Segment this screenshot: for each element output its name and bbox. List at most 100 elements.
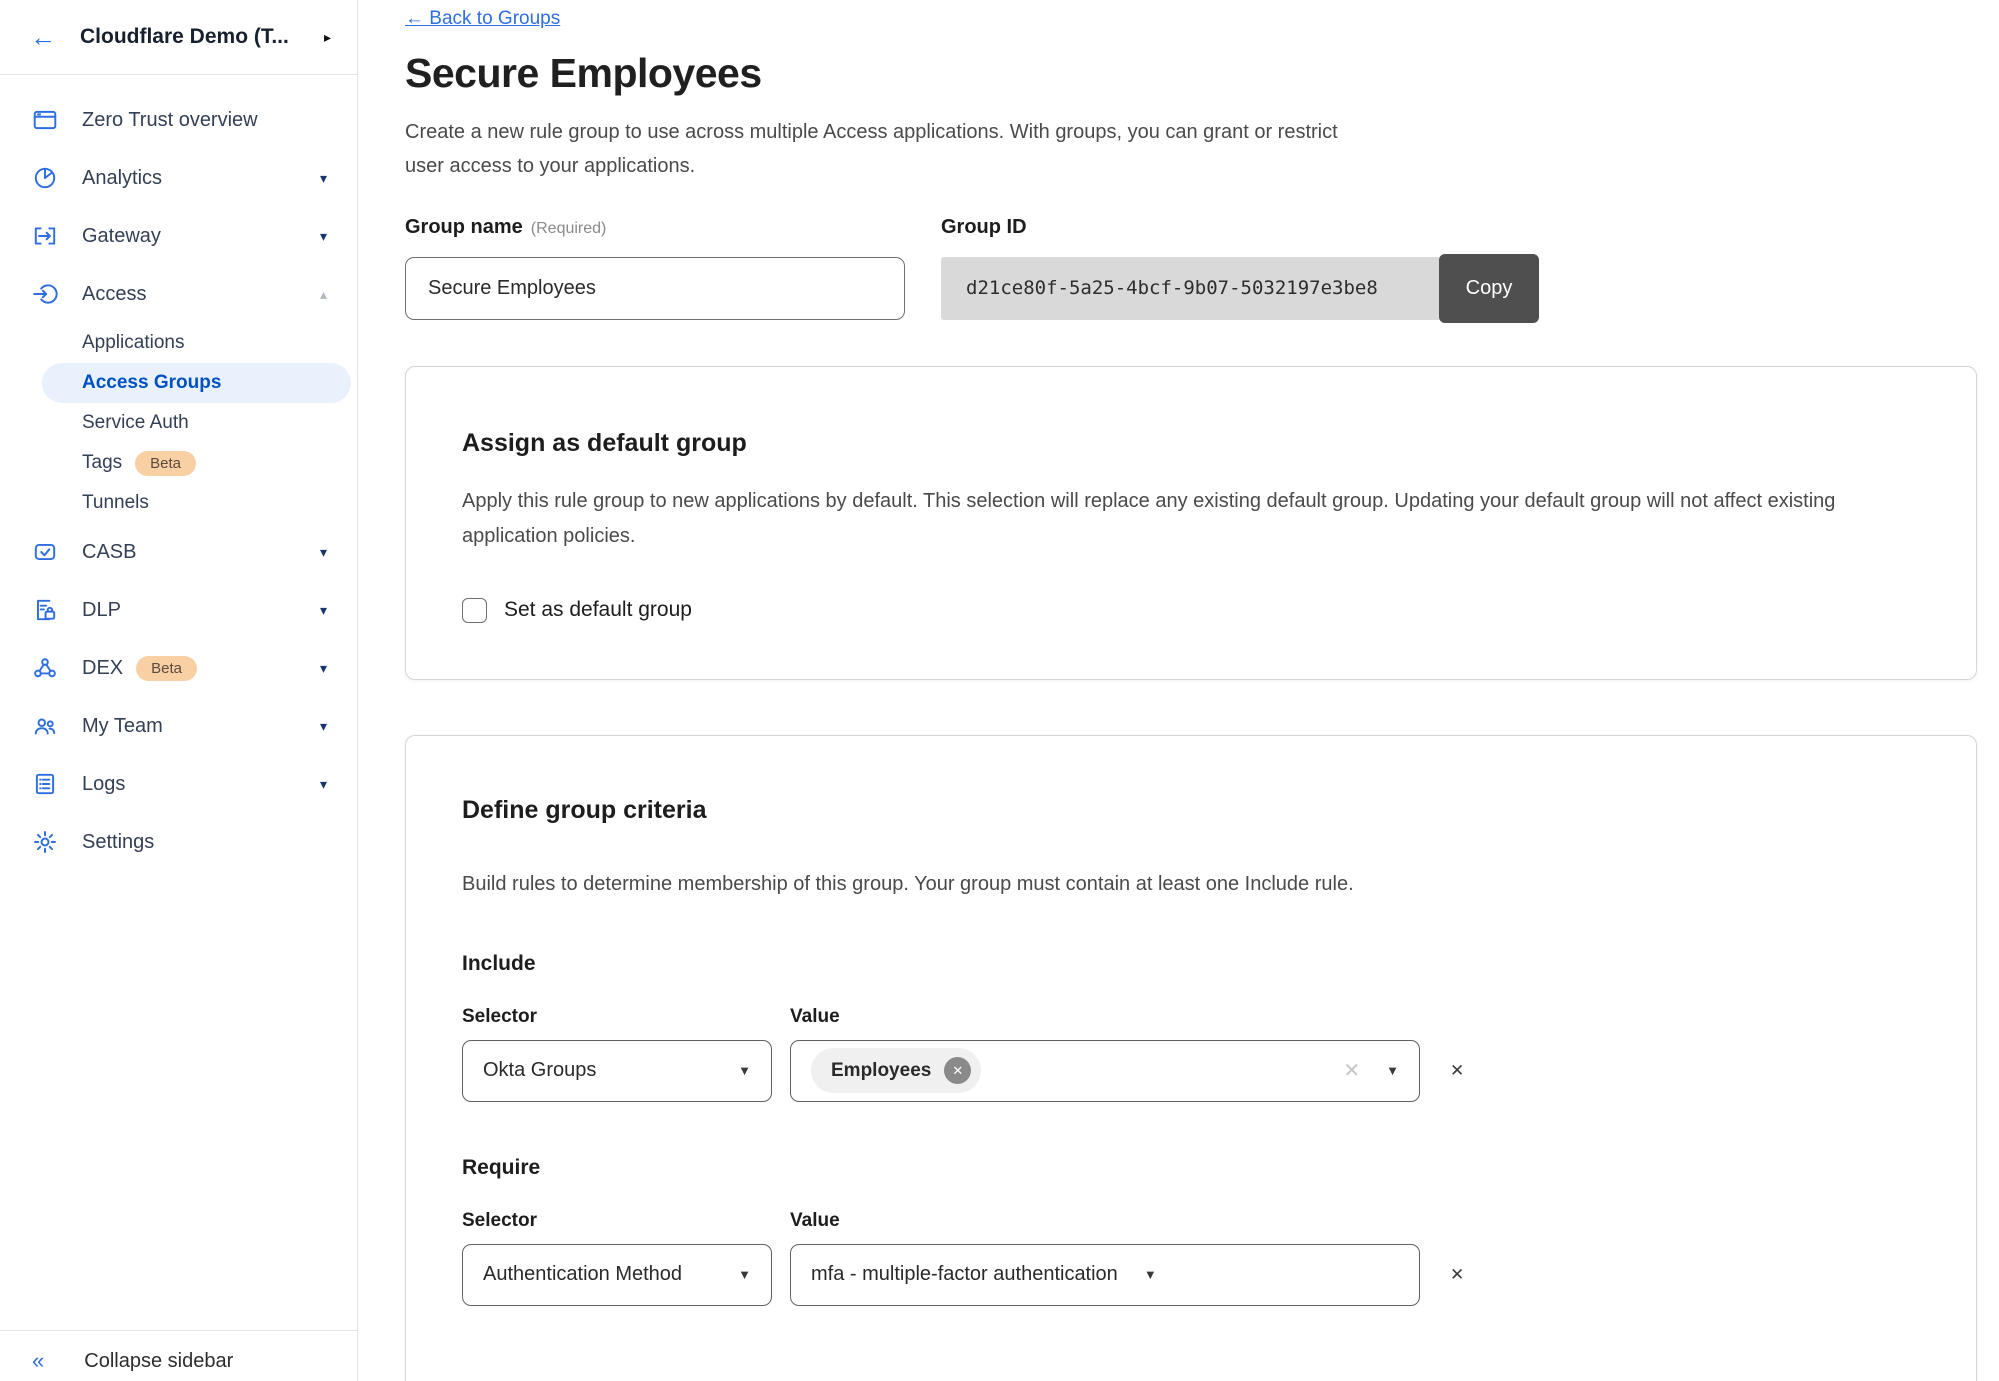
- sidebar-item-dex[interactable]: DEX Beta ▾: [0, 639, 357, 697]
- group-name-input[interactable]: [405, 257, 905, 320]
- sidebar-item-tags[interactable]: Tags Beta: [42, 443, 351, 483]
- sidebar-item-label: Service Auth: [82, 412, 189, 434]
- require-selector-label: Selector: [462, 1210, 790, 1232]
- group-name-field-group: Group name (Required): [405, 216, 905, 320]
- include-selector-value: Okta Groups: [483, 1059, 596, 1082]
- sidebar-item-applications[interactable]: Applications: [42, 323, 351, 363]
- sidebar-item-label: Zero Trust overview: [82, 109, 258, 132]
- sidebar-item-tunnels[interactable]: Tunnels: [42, 483, 351, 523]
- group-name-label-row: Group name (Required): [405, 216, 905, 239]
- require-value-dropdown[interactable]: mfa - multiple-factor authentication ▼: [790, 1244, 1420, 1306]
- dex-network-icon: [30, 655, 60, 681]
- sidebar-item-logs[interactable]: Logs ▾: [0, 755, 357, 813]
- include-rule-row: Okta Groups ▼ Employees ✕ ✕ ▼ ✕: [462, 1040, 1920, 1102]
- set-default-group-checkbox-row[interactable]: Set as default group: [462, 598, 1920, 623]
- sidebar-item-label: Access Groups: [82, 372, 221, 394]
- default-group-description: Apply this rule group to new application…: [462, 484, 1892, 554]
- sidebar-item-label: Applications: [82, 332, 184, 354]
- chevron-down-icon[interactable]: ▾: [320, 228, 327, 245]
- require-selector-dropdown[interactable]: Authentication Method ▼: [462, 1244, 772, 1306]
- chevron-down-icon[interactable]: ▾: [320, 544, 327, 561]
- gear-icon: [30, 829, 60, 855]
- set-default-group-label: Set as default group: [504, 598, 692, 622]
- sidebar-item-label: Gateway: [82, 225, 161, 248]
- criteria-card: Define group criteria Build rules to det…: [405, 735, 1977, 1381]
- logs-list-icon: [30, 771, 60, 797]
- analytics-pie-icon: [30, 165, 60, 191]
- group-id-value: d21ce80f-5a25-4bcf-9b07-5032197e3be8: [941, 257, 1439, 320]
- beta-badge: Beta: [135, 451, 196, 476]
- group-id-label: Group ID: [941, 216, 1539, 239]
- team-people-icon: [30, 713, 60, 739]
- chevron-down-icon: ▼: [1144, 1267, 1157, 1282]
- sidebar-item-label: Logs: [82, 773, 125, 796]
- main-content: ← Back to Groups Secure Employees Create…: [358, 0, 1999, 1381]
- page-intro: Create a new rule group to use across mu…: [405, 115, 1380, 184]
- chevron-down-icon: ▼: [738, 1063, 751, 1078]
- sidebar-item-label: Tunnels: [82, 492, 149, 514]
- sidebar-item-access[interactable]: Access ▴: [0, 265, 357, 323]
- group-identity-row: Group name (Required) Group ID d21ce80f-5…: [405, 216, 1977, 320]
- account-name[interactable]: Cloudflare Demo (T...: [80, 25, 289, 49]
- remove-require-rule-icon[interactable]: ✕: [1450, 1265, 1464, 1285]
- set-default-group-checkbox[interactable]: [462, 598, 487, 623]
- include-value-multiselect[interactable]: Employees ✕ ✕ ▼: [790, 1040, 1420, 1102]
- remove-include-rule-icon[interactable]: ✕: [1450, 1061, 1464, 1081]
- required-hint: (Required): [531, 220, 607, 237]
- sidebar-item-label: My Team: [82, 715, 163, 738]
- sidebar-item-label: Settings: [82, 831, 154, 854]
- sidebar-item-label: Tags: [82, 452, 122, 474]
- include-labels-row: Selector Value: [462, 1006, 1920, 1028]
- chevron-down-icon[interactable]: ▾: [320, 602, 327, 619]
- page-title: Secure Employees: [405, 50, 1977, 97]
- chevron-up-icon[interactable]: ▴: [320, 286, 327, 303]
- employees-chip-label: Employees: [831, 1060, 931, 1082]
- include-heading: Include: [462, 952, 1920, 976]
- chevron-right-icon[interactable]: ▸: [324, 29, 331, 46]
- chevron-down-icon[interactable]: ▾: [320, 170, 327, 187]
- sidebar-item-label: CASB: [82, 541, 136, 564]
- casb-check-icon: [30, 539, 60, 565]
- sidebar-item-dlp[interactable]: DLP ▾: [0, 581, 357, 639]
- require-value-label: Value: [790, 1210, 840, 1232]
- collapse-chevrons-icon: «: [32, 1348, 44, 1374]
- require-value-selected: mfa - multiple-factor authentication: [811, 1263, 1118, 1286]
- sidebar-item-casb[interactable]: CASB ▾: [0, 523, 357, 581]
- sidebar-item-label: DLP: [82, 599, 121, 622]
- sidebar: ← Cloudflare Demo (T... ▸ Zero Trust ove…: [0, 0, 358, 1381]
- collapse-sidebar-button[interactable]: « Collapse sidebar: [0, 1330, 357, 1381]
- overview-window-icon: [30, 107, 60, 133]
- back-arrow-icon[interactable]: ←: [30, 24, 56, 50]
- include-selector-label: Selector: [462, 1006, 790, 1028]
- include-selector-dropdown[interactable]: Okta Groups ▼: [462, 1040, 772, 1102]
- sidebar-nav: Zero Trust overview Analytics ▾ Gateway …: [0, 75, 357, 871]
- sidebar-item-zero-trust-overview[interactable]: Zero Trust overview: [0, 91, 357, 149]
- sidebar-item-access-groups[interactable]: Access Groups: [42, 363, 351, 403]
- require-rule-row: Authentication Method ▼ mfa - multiple-f…: [462, 1244, 1920, 1306]
- default-group-heading: Assign as default group: [462, 429, 1920, 458]
- clear-values-icon[interactable]: ✕: [1343, 1058, 1360, 1083]
- dlp-document-lock-icon: [30, 597, 60, 623]
- beta-badge: Beta: [136, 656, 197, 681]
- collapse-sidebar-label: Collapse sidebar: [84, 1350, 233, 1373]
- chevron-down-icon: ▼: [738, 1267, 751, 1282]
- sidebar-item-gateway[interactable]: Gateway ▾: [0, 207, 357, 265]
- group-id-assembly: d21ce80f-5a25-4bcf-9b07-5032197e3be8 Cop…: [941, 257, 1539, 320]
- sidebar-item-settings[interactable]: Settings: [0, 813, 357, 871]
- sidebar-item-analytics[interactable]: Analytics ▾: [0, 149, 357, 207]
- employees-chip: Employees ✕: [811, 1048, 981, 1093]
- criteria-description: Build rules to determine membership of t…: [462, 867, 1892, 902]
- remove-chip-icon[interactable]: ✕: [944, 1057, 971, 1084]
- require-selector-value: Authentication Method: [483, 1263, 682, 1286]
- copy-button[interactable]: Copy: [1439, 254, 1539, 323]
- chevron-down-icon[interactable]: ▾: [320, 718, 327, 735]
- sidebar-item-label: Analytics: [82, 167, 162, 190]
- sidebar-item-service-auth[interactable]: Service Auth: [42, 403, 351, 443]
- chevron-down-icon[interactable]: ▾: [320, 660, 327, 677]
- chevron-down-icon[interactable]: ▾: [320, 776, 327, 793]
- group-name-label: Group name: [405, 216, 523, 238]
- access-login-icon: [30, 281, 60, 307]
- back-to-groups-link[interactable]: ← Back to Groups: [405, 8, 560, 30]
- sidebar-item-my-team[interactable]: My Team ▾: [0, 697, 357, 755]
- chevron-down-icon: ▼: [1386, 1063, 1399, 1078]
